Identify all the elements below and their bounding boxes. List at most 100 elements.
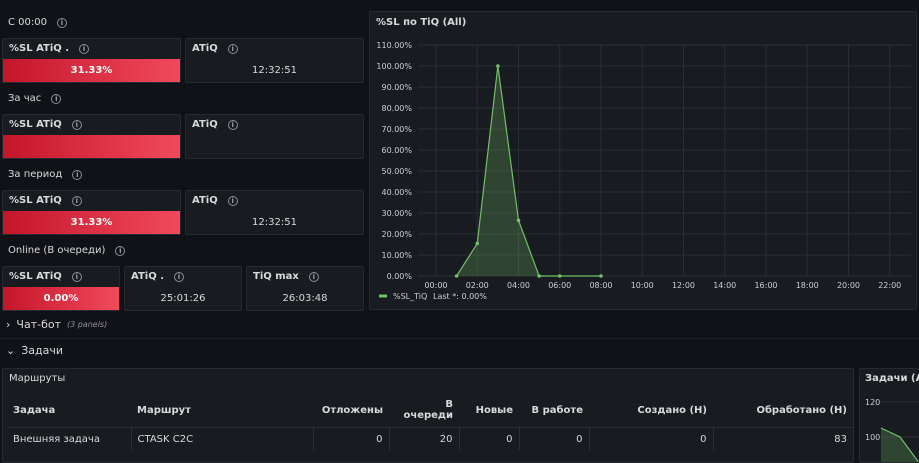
row-title: Задачи bbox=[21, 344, 64, 357]
info-icon[interactable]: i bbox=[72, 169, 83, 180]
x-tick-label: 06:00 bbox=[548, 281, 571, 290]
x-tick-label: 22:00 bbox=[878, 281, 901, 290]
panel-title: %SL ATiQ bbox=[9, 195, 62, 206]
panel-tasks-all[interactable]: Задачи (All) 120 100 bbox=[859, 368, 919, 463]
y-tick-label: 60.00% bbox=[381, 146, 412, 155]
panel-sl-online[interactable]: %SL ATiQ i 0.00% bbox=[2, 266, 120, 311]
column-header[interactable]: Задача bbox=[7, 395, 131, 428]
info-icon[interactable]: i bbox=[227, 195, 238, 206]
x-tick-label: 18:00 bbox=[796, 281, 819, 290]
info-icon[interactable]: i bbox=[79, 43, 90, 54]
panel-title: Маршруты bbox=[9, 373, 66, 384]
stat-bar-value: 0.00% bbox=[3, 287, 119, 310]
y-tick-label: 30.00% bbox=[381, 209, 412, 218]
row-title-text: За период bbox=[8, 169, 63, 180]
data-point bbox=[537, 274, 541, 278]
row-title-text: С 00:00 bbox=[8, 17, 47, 28]
stat-value: 25:01:26 bbox=[160, 293, 206, 304]
stat-bar-value bbox=[3, 135, 180, 158]
panel-title: TiQ max bbox=[253, 271, 299, 282]
y-tick-label: 50.00% bbox=[381, 167, 412, 176]
column-header[interactable]: Обработано (Н) bbox=[713, 395, 853, 428]
column-header[interactable]: Новые bbox=[459, 395, 519, 428]
table-cell: 83 bbox=[834, 433, 847, 445]
panel-tiq-max[interactable]: TiQ max i 26:03:48 bbox=[246, 266, 364, 311]
panel-sl-tiq-chart[interactable]: %SL по TiQ (All) 0.00% 10.00% 20.00% 30.00%… bbox=[369, 11, 917, 310]
chevron-down-icon: ⌄ bbox=[6, 344, 16, 357]
info-icon[interactable]: i bbox=[174, 271, 184, 282]
data-point bbox=[475, 241, 480, 246]
y-tick-label: 10.00% bbox=[381, 251, 412, 260]
table-cell: Внешняя задача bbox=[7, 427, 132, 450]
stat-bar-value: 31.33% bbox=[3, 211, 180, 234]
info-icon[interactable]: i bbox=[71, 195, 82, 206]
x-tick-label: 12:00 bbox=[672, 281, 695, 290]
panel-title: %SL ATiQ . bbox=[9, 43, 70, 54]
y-tick-label: 20.00% bbox=[381, 230, 412, 239]
column-header[interactable]: В работе bbox=[519, 395, 589, 428]
x-tick-label: 20:00 bbox=[837, 281, 860, 290]
info-icon[interactable]: i bbox=[56, 17, 67, 28]
column-header[interactable]: Создано (Н) bbox=[589, 395, 713, 428]
panel-atiq-period[interactable]: ATiQ i 12:32:51 bbox=[185, 190, 364, 235]
x-tick-label: 00:00 bbox=[424, 281, 447, 290]
dashboard: { "rows": { "current": "С 00:00", "hour"… bbox=[0, 0, 919, 463]
table-cell: 0 bbox=[459, 427, 520, 450]
info-icon[interactable]: i bbox=[227, 119, 238, 130]
x-tick-label: 16:00 bbox=[754, 281, 777, 290]
panel-title: ATiQ bbox=[192, 43, 218, 54]
legend-last-value: Last *: 0.00% bbox=[433, 292, 487, 301]
data-point bbox=[516, 218, 521, 223]
panel-atiq-hour[interactable]: ATiQ i bbox=[185, 114, 364, 159]
column-header[interactable]: Маршрут bbox=[131, 395, 313, 428]
stat-bar-value: 31.33% bbox=[3, 59, 180, 82]
y-tick-label: 40.00% bbox=[381, 188, 412, 197]
info-icon[interactable]: i bbox=[115, 245, 126, 256]
info-icon[interactable]: i bbox=[227, 43, 238, 54]
row-tasks[interactable]: ⌄ Задачи bbox=[6, 344, 63, 357]
y-tick-label: 110.00% bbox=[376, 41, 412, 50]
panel-title: ATiQ bbox=[192, 119, 218, 130]
row-title-period: За период i bbox=[8, 169, 83, 180]
sl-tiq-chart[interactable]: 0.00% 10.00% 20.00% 30.00% 40.00% 50.00% 60.00… bbox=[370, 12, 916, 309]
tasks-chart: 120 100 bbox=[865, 398, 919, 462]
panel-atiq-current[interactable]: ATiQ i 12:32:51 bbox=[185, 38, 364, 83]
panel-title: ATiQ . bbox=[131, 271, 164, 282]
divider bbox=[0, 338, 919, 339]
panel-atiq-online[interactable]: ATiQ . i 25:01:26 bbox=[124, 266, 242, 311]
column-header[interactable]: Отложены bbox=[313, 395, 389, 428]
panel-routes[interactable]: Маршруты Задача Маршрут Отложены В очере… bbox=[2, 368, 854, 463]
chevron-right-icon: › bbox=[6, 318, 11, 331]
panel-sl-hour[interactable]: %SL ATiQ i bbox=[2, 114, 181, 159]
row-chatbot[interactable]: › Чат-бот (3 panels) bbox=[6, 318, 107, 331]
table-cell: 20 bbox=[389, 427, 460, 450]
legend-series-name: %SL_TiQ bbox=[393, 292, 427, 301]
info-icon[interactable]: i bbox=[71, 119, 82, 130]
data-point bbox=[496, 64, 500, 68]
panel-title: %SL ATiQ bbox=[9, 119, 62, 130]
stat-value: 26:03:48 bbox=[282, 293, 328, 304]
y-tick-label: 80.00% bbox=[381, 104, 412, 113]
row-title-text: За час bbox=[8, 93, 42, 104]
y-tick-label: 120 bbox=[865, 398, 880, 407]
table-row[interactable]: Внешняя задача CTASK C2C 0 20 0 0 0 83 bbox=[7, 427, 853, 450]
info-icon[interactable]: i bbox=[308, 271, 319, 282]
y-tick-label: 100 bbox=[865, 433, 880, 442]
data-point bbox=[599, 274, 603, 278]
row-title-hour: За час i bbox=[8, 93, 62, 104]
panel-sl-current[interactable]: %SL ATiQ . i 31.33% bbox=[2, 38, 181, 83]
y-tick-label: 90.00% bbox=[381, 83, 412, 92]
info-icon[interactable]: i bbox=[71, 271, 82, 282]
x-tick-label: 10:00 bbox=[631, 281, 654, 290]
x-tick-label: 02:00 bbox=[466, 281, 489, 290]
row-title-text: Online (В очереди) bbox=[8, 245, 106, 256]
panel-sl-period[interactable]: %SL ATiQ i 31.33% bbox=[2, 190, 181, 235]
data-point bbox=[557, 274, 562, 278]
table-cell: 0 bbox=[519, 427, 590, 450]
info-icon[interactable]: i bbox=[51, 93, 62, 104]
column-header[interactable]: В очереди bbox=[389, 395, 459, 428]
row-panel-count: (3 panels) bbox=[67, 320, 108, 329]
panel-title: ATiQ bbox=[192, 195, 218, 206]
table-cell: 0 bbox=[313, 427, 390, 450]
row-title-online: Online (В очереди) i bbox=[8, 245, 126, 256]
